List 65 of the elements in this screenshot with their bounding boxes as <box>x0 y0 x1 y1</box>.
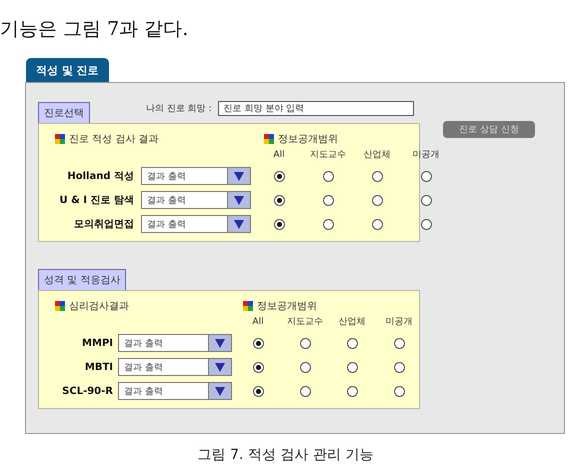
test-name: SCL-90-R <box>61 386 113 396</box>
color-squares-icon <box>55 301 65 311</box>
radio-button[interactable] <box>274 218 284 230</box>
column-header: 산업체 <box>362 149 392 161</box>
body-text: 기능은 그림 7과 같다. <box>0 17 190 42</box>
tab[interactable]: 적성 및 진로 <box>26 58 109 82</box>
radio-button[interactable] <box>420 218 432 230</box>
column-header: 지도교수 <box>309 149 347 161</box>
radio-button[interactable] <box>346 338 358 348</box>
test-name: Holland 적성 <box>66 170 134 183</box>
radio-button[interactable] <box>300 362 310 372</box>
caret-icon <box>227 192 250 208</box>
dropdown[interactable]: 결과 출력 <box>118 334 232 352</box>
test-name: MMPI <box>81 338 113 348</box>
radio-button[interactable] <box>300 338 310 348</box>
test-name: MBTI <box>84 362 113 372</box>
radio-button[interactable] <box>372 170 382 182</box>
radio-button[interactable] <box>322 218 334 230</box>
radio-button[interactable] <box>252 386 264 396</box>
radio-button[interactable] <box>394 386 404 396</box>
caret-icon <box>208 383 231 399</box>
radio-button[interactable] <box>394 362 404 372</box>
column-header: 지도교수 <box>286 316 324 328</box>
radio-button[interactable] <box>252 338 264 348</box>
radio-button[interactable] <box>372 218 382 230</box>
color-squares-icon <box>264 134 274 144</box>
dropdown[interactable]: 결과 출력 <box>118 382 232 400</box>
column-header: All <box>251 316 265 326</box>
field-label: 나의 진로 희망 : <box>146 103 212 115</box>
section-label: 성격 및 적응검사 <box>38 269 126 290</box>
radio-button[interactable] <box>420 170 432 182</box>
color-squares-icon <box>243 301 253 311</box>
radio-button[interactable] <box>322 194 334 206</box>
section-title: 진로 적성 검사 결과 <box>69 133 159 146</box>
radio-button[interactable] <box>300 386 310 396</box>
career-wish-field[interactable]: 진로 희망 분야 입력 <box>218 101 414 116</box>
caret-icon <box>208 359 231 375</box>
column-header: 미공개 <box>412 149 440 161</box>
caret-icon <box>208 335 231 351</box>
test-name: 모의취업면접 <box>73 218 134 231</box>
radio-button[interactable] <box>420 194 432 206</box>
section-title: 정보공개범위 <box>257 300 317 313</box>
caret-icon <box>227 216 250 232</box>
dropdown[interactable]: 결과 출력 <box>141 191 251 209</box>
dropdown[interactable]: 결과 출력 <box>141 167 251 185</box>
section-label: 진로선택 <box>38 102 90 123</box>
radio-button[interactable] <box>274 194 284 206</box>
radio-button[interactable] <box>372 194 382 206</box>
figure-caption: 그림 7. 적성 검사 관리 기능 <box>196 446 374 464</box>
radio-button[interactable] <box>346 362 358 372</box>
test-name: U & I 진로 탐색 <box>58 194 134 207</box>
column-header: 미공개 <box>384 316 414 328</box>
dropdown[interactable]: 결과 출력 <box>118 358 232 376</box>
column-header: 산업체 <box>338 316 366 328</box>
radio-button[interactable] <box>394 338 404 348</box>
section-title: 심리검사결과 <box>69 300 129 313</box>
column-header: All <box>272 150 286 160</box>
dropdown[interactable]: 결과 출력 <box>141 215 251 233</box>
radio-button[interactable] <box>252 362 264 372</box>
caret-icon <box>227 168 250 184</box>
section-title: 정보공개범위 <box>278 133 338 146</box>
radio-button[interactable] <box>274 170 284 182</box>
radio-button[interactable] <box>322 170 334 182</box>
color-squares-icon <box>55 134 65 144</box>
radio-button[interactable] <box>346 386 358 396</box>
